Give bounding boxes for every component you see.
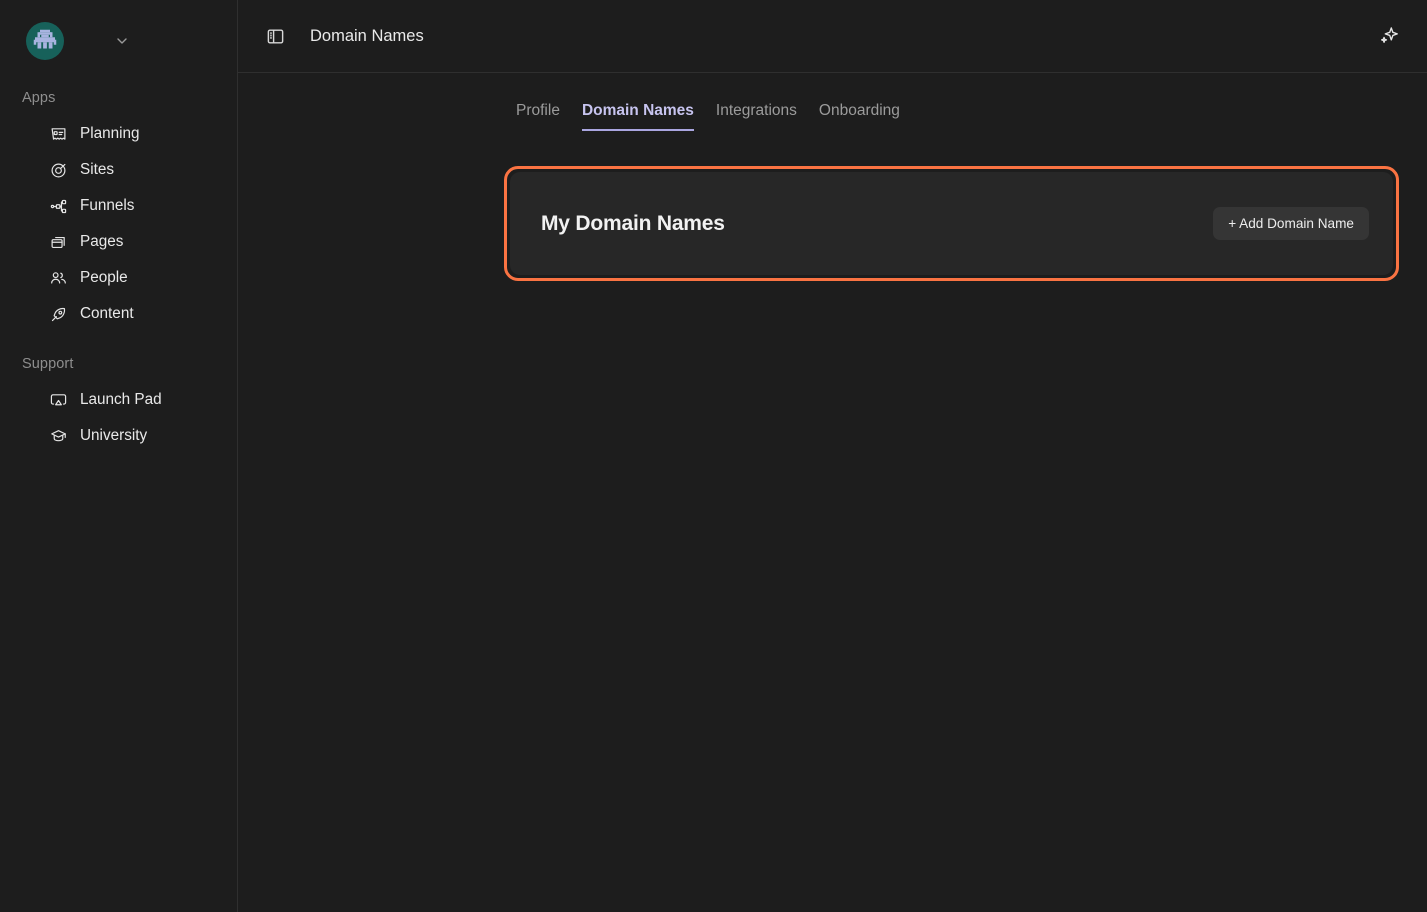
airplay-icon bbox=[50, 392, 67, 409]
domain-names-card-highlight: My Domain Names + Add Domain Name bbox=[504, 166, 1399, 281]
sidebar: Apps Planning Sites Funnels Pages People… bbox=[0, 0, 238, 912]
sidebar-item-people[interactable]: People bbox=[0, 260, 237, 296]
sparkles-ai-icon[interactable] bbox=[1375, 22, 1403, 50]
sidebar-item-label: Content bbox=[80, 305, 134, 322]
workspace-avatar[interactable] bbox=[26, 22, 64, 60]
sidebar-nav-support: Launch Pad University bbox=[0, 382, 237, 454]
main-area: Domain Names Profile Domain Names Integr… bbox=[238, 0, 1427, 912]
sidebar-panel-icon[interactable] bbox=[264, 25, 286, 47]
sidebar-item-university[interactable]: University bbox=[0, 418, 237, 454]
tab-onboarding[interactable]: Onboarding bbox=[819, 102, 900, 131]
page-title: Domain Names bbox=[310, 26, 424, 45]
content-area: My Domain Names + Add Domain Name bbox=[238, 131, 1427, 912]
card-title: My Domain Names bbox=[541, 211, 725, 235]
users-icon bbox=[50, 270, 67, 287]
topbar: Domain Names bbox=[238, 0, 1427, 73]
domain-names-card: My Domain Names + Add Domain Name bbox=[510, 172, 1393, 275]
stacked-windows-icon bbox=[50, 234, 67, 251]
globe-target-icon bbox=[50, 162, 67, 179]
receipt-id-icon bbox=[50, 126, 67, 143]
sidebar-item-pages[interactable]: Pages bbox=[0, 224, 237, 260]
sidebar-section-label-support: Support bbox=[22, 356, 74, 372]
tab-profile[interactable]: Profile bbox=[516, 102, 560, 131]
app-root: Apps Planning Sites Funnels Pages People… bbox=[0, 0, 1427, 912]
sidebar-item-content[interactable]: Content bbox=[0, 296, 237, 332]
settings-tabs: Profile Domain Names Integrations Onboar… bbox=[238, 73, 1427, 131]
sidebar-item-label: Funnels bbox=[80, 197, 135, 214]
sidebar-item-label: Sites bbox=[80, 161, 115, 178]
workflow-branch-icon bbox=[50, 198, 67, 215]
sidebar-item-label: People bbox=[80, 269, 128, 286]
tab-domain-names[interactable]: Domain Names bbox=[581, 102, 694, 131]
sidebar-item-label: Planning bbox=[80, 125, 140, 142]
graduation-cap-icon bbox=[50, 428, 67, 445]
sidebar-item-launch-pad[interactable]: Launch Pad bbox=[0, 382, 237, 418]
chevron-down-icon[interactable] bbox=[109, 28, 135, 54]
pen-nib-icon bbox=[50, 306, 67, 323]
sidebar-item-label: Pages bbox=[80, 233, 124, 250]
tab-integrations[interactable]: Integrations bbox=[716, 102, 797, 131]
sidebar-item-planning[interactable]: Planning bbox=[0, 116, 237, 152]
sidebar-item-funnels[interactable]: Funnels bbox=[0, 188, 237, 224]
add-domain-name-button[interactable]: + Add Domain Name bbox=[1213, 207, 1369, 240]
sidebar-section-gap bbox=[0, 332, 237, 356]
sidebar-item-label: Launch Pad bbox=[80, 391, 162, 408]
sidebar-item-label: University bbox=[80, 427, 148, 444]
sidebar-section-label-apps: Apps bbox=[22, 90, 56, 106]
sidebar-nav-apps: Planning Sites Funnels Pages People Cont… bbox=[0, 116, 237, 332]
sidebar-item-sites[interactable]: Sites bbox=[0, 152, 237, 188]
brand-row bbox=[0, 18, 237, 64]
